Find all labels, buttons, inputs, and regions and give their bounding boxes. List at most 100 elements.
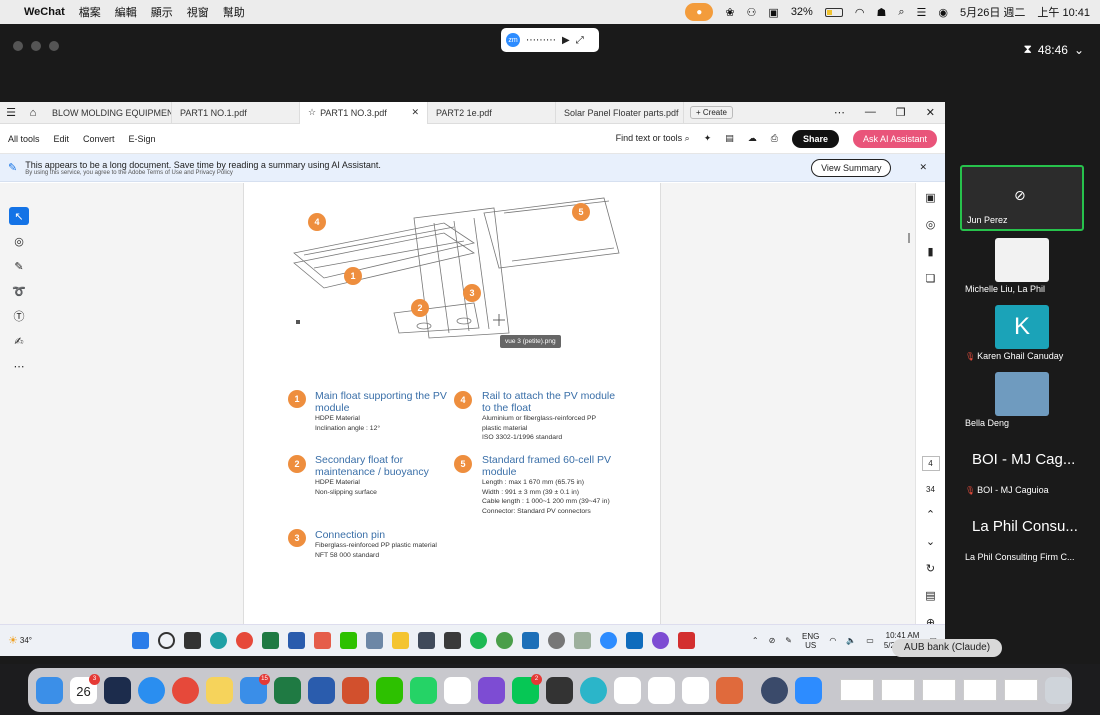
chatgpt-icon[interactable] [614,676,641,704]
highlight-pen-icon[interactable]: ✎ [9,257,29,275]
minimized-window-thumb[interactable] [881,679,915,701]
app-icon[interactable] [573,632,591,649]
view-summary-button[interactable]: View Summary [811,158,892,177]
drag-handle-icon[interactable]: ⋯⋯⋯ [526,35,556,46]
find-text-button[interactable]: Find text or tools ⌕ [616,133,690,144]
viber-icon[interactable] [478,676,505,704]
hamburger-menu-icon[interactable]: ☰ [0,106,22,119]
ai-tools-icon[interactable]: ✦ [704,133,712,144]
settings-icon[interactable] [547,632,565,649]
chevron-up-icon[interactable]: ⌃ [926,508,935,521]
messenger-icon[interactable] [444,676,471,704]
wechat-icon[interactable] [376,676,403,704]
minimized-window-thumb[interactable] [1004,679,1038,701]
menu-view[interactable]: 顯示 [151,4,173,20]
excel-icon[interactable] [274,676,301,704]
menu-file[interactable]: 檔案 [79,4,101,20]
document-icon[interactable]: ▤ [925,589,935,602]
meet-icon[interactable]: ⊘ [769,636,776,645]
language-indicator[interactable]: ENG US [802,632,819,650]
trash-icon[interactable] [1045,676,1072,704]
user-icon[interactable]: ☗ [876,6,886,19]
stamp-icon[interactable]: ✍ [9,332,29,350]
stats-app-icon[interactable] [761,676,788,704]
wechat-icon[interactable] [339,632,357,649]
word-icon[interactable] [287,632,305,649]
participant-tile[interactable]: ⊘ Jun Perez [960,165,1084,231]
expand-icon[interactable]: ⤢ [576,35,584,46]
canva-icon[interactable] [580,676,607,704]
chrome-icon[interactable] [172,676,199,704]
minimize-icon[interactable]: — [865,106,876,119]
finder-icon[interactable] [36,676,63,704]
app-menu[interactable]: WeChat [24,6,65,18]
photos-icon[interactable] [417,632,435,649]
menubar-time[interactable]: 上午 10:41 [1037,4,1090,20]
tab-part1-no3[interactable]: ☆ PART1 NO.3.pdf ✕ [300,101,428,124]
meeting-timer[interactable]: ⧗ 48:46 ⌄ [1023,42,1084,57]
participant-tile[interactable]: La Phil Consu... La Phil Consulting Firm… [960,500,1084,566]
tab-solar-panel[interactable]: Solar Panel Floater parts.pdf [556,101,684,124]
battery-icon[interactable]: ▭ [866,636,874,645]
outlook-icon[interactable] [625,632,643,649]
calendar-icon[interactable]: 26 3 [70,673,100,704]
minimized-window-thumb[interactable] [922,679,956,701]
scrollbar-thumb[interactable] [908,233,910,243]
line-icon[interactable]: 2 [512,673,542,704]
wifi-icon[interactable]: ◠ [855,6,865,19]
microphone-icon[interactable]: ● [685,3,714,21]
status-app-icon[interactable]: ▣ [768,6,778,19]
siri-icon[interactable]: ◉ [938,6,948,19]
mail-icon[interactable]: 15 [240,673,270,704]
search-icon[interactable] [157,632,175,649]
image-viewer-icon[interactable] [521,632,539,649]
save-icon[interactable]: ▤ [725,133,734,144]
viber-icon[interactable] [651,632,669,649]
copilot-icon[interactable] [648,676,675,704]
comments-icon[interactable]: ◎ [926,218,936,231]
acrobat-icon[interactable] [677,632,695,649]
zoom-app-icon[interactable] [599,632,617,649]
notepad-icon[interactable] [365,632,383,649]
zoom-share-control[interactable]: zm ⋯⋯⋯ ▶ ⤢ [501,28,599,52]
more-tools-icon[interactable]: ⋯ [9,357,29,375]
windows-start-icon[interactable] [131,632,149,649]
close-tab-icon[interactable]: ✕ [407,107,419,118]
calculator-icon[interactable] [313,632,331,649]
pdf-page[interactable]: 4 5 1 2 3 vue 3 (petite).png 1 Main floa… [243,183,661,656]
navigation-icon[interactable] [104,676,131,704]
chevron-up-icon[interactable]: ⌃ [752,636,759,645]
participant-tile[interactable]: Michelle Liu, La Phil [960,232,1084,298]
powerpoint-icon[interactable] [342,676,369,704]
play-icon[interactable]: ▶ [562,35,570,46]
chrome-icon[interactable] [235,632,253,649]
draw-lasso-icon[interactable]: ➰ [9,282,29,300]
print-icon[interactable]: ⎙ [771,133,778,144]
edge-icon[interactable] [209,632,227,649]
select-cursor-icon[interactable]: ↖ [9,207,29,225]
notes-icon[interactable] [206,676,233,704]
chevron-down-icon[interactable]: ⌄ [926,535,935,548]
music-app-icon[interactable] [546,676,573,704]
minimized-window-thumb[interactable] [840,679,874,701]
banner-terms[interactable]: By using this service, you agree to the … [25,170,381,176]
rotate-icon[interactable]: ↻ [926,562,935,575]
close-window-icon[interactable] [13,41,23,51]
speaker-icon[interactable]: 🔈 [846,636,856,645]
comment-icon[interactable]: ◎ [9,232,29,250]
task-view-icon[interactable] [183,632,201,649]
menubar-date[interactable]: 5月26日 週二 [960,4,1025,20]
excel-icon[interactable] [261,632,279,649]
search-icon[interactable]: ⌕ [898,6,904,19]
create-button[interactable]: + Create [690,106,733,119]
star-icon[interactable]: ☆ [308,107,316,118]
tab-blow-molding[interactable]: BLOW MOLDING EQUIPMENT P... [44,101,172,124]
participant-tile[interactable]: K 🎙 Karen Ghail Canuday [960,299,1084,365]
menu-all-tools[interactable]: All tools [8,134,40,144]
bookmark-icon[interactable]: ▮ [927,245,933,258]
restore-icon[interactable]: ❐ [896,106,906,119]
sticky-notes-icon[interactable] [443,632,461,649]
zoom-app-icon[interactable] [795,676,822,704]
tab-part1-no1[interactable]: PART1 NO.1.pdf [172,101,300,124]
share-button[interactable]: Share [791,129,839,148]
